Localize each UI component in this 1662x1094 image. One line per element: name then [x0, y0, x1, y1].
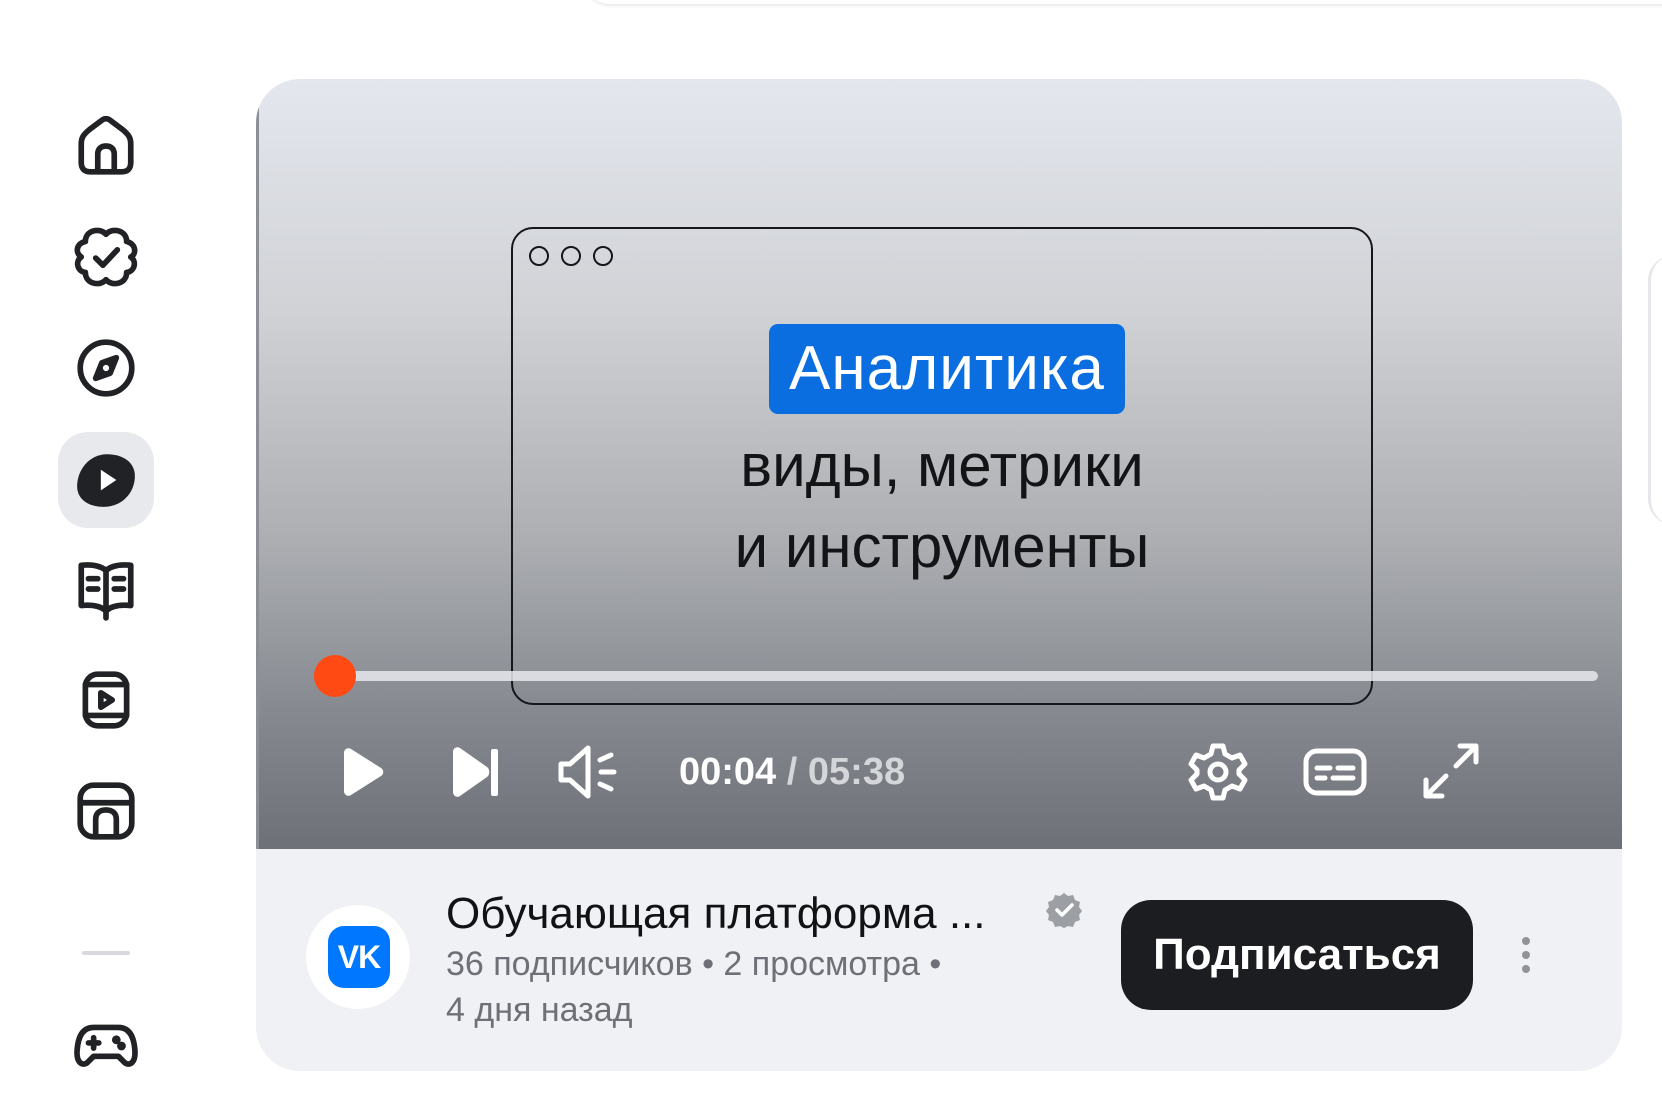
- volume-icon: [558, 745, 617, 799]
- progress-bar[interactable]: [314, 655, 1598, 697]
- slide-subtitle-line: и инструменты: [734, 513, 1150, 580]
- side-panel-edge: [1648, 255, 1662, 525]
- subscribe-button[interactable]: Подписаться: [1121, 900, 1473, 1010]
- nav-services[interactable]: [58, 209, 154, 305]
- video-icon: [77, 454, 135, 507]
- nav-home[interactable]: [58, 98, 154, 194]
- play-icon: [344, 748, 384, 796]
- services-icon: [74, 227, 138, 287]
- clips-icon: [82, 671, 130, 729]
- current-time: 00:04: [679, 751, 777, 793]
- left-sidebar: [0, 0, 220, 1089]
- home-icon: [78, 115, 134, 175]
- subtitles-button[interactable]: [1299, 737, 1371, 807]
- vk-logo-icon: VK: [328, 926, 390, 988]
- time-display: 00:04 / 05:38: [679, 744, 905, 800]
- next-button[interactable]: [443, 739, 509, 805]
- top-search-bar-edge: [585, 0, 1662, 5]
- progress-handle[interactable]: [314, 655, 357, 697]
- channel-meta: 36 подписчиков • 2 просмотра •: [446, 945, 942, 983]
- more-dot: [1522, 965, 1530, 973]
- duration: 05:38: [807, 751, 906, 793]
- compass-icon: [77, 339, 135, 397]
- sidebar-divider: [82, 951, 130, 955]
- store-icon: [77, 782, 135, 840]
- window-dot: [593, 246, 613, 266]
- slide-title-badge: Аналитика: [769, 324, 1125, 414]
- gamepad-icon: [74, 1024, 138, 1067]
- window-dot: [529, 246, 549, 266]
- nav-games[interactable]: [58, 998, 154, 1094]
- fullscreen-button[interactable]: [1415, 735, 1487, 807]
- nav-books[interactable]: [58, 541, 154, 637]
- verified-badge-icon: [1046, 893, 1082, 928]
- nav-clips[interactable]: [58, 652, 154, 748]
- window-dot: [561, 246, 581, 266]
- channel-title[interactable]: Обучающая платформа ...: [446, 885, 986, 943]
- more-dot: [1522, 951, 1530, 959]
- book-icon: [78, 562, 134, 621]
- nav-video[interactable]: [58, 432, 154, 528]
- volume-button[interactable]: [551, 739, 627, 805]
- nav-store[interactable]: [58, 763, 154, 859]
- expand-icon: [1423, 743, 1479, 799]
- upload-date: 4 дня назад: [446, 991, 633, 1029]
- channel-avatar[interactable]: VK: [306, 905, 410, 1009]
- video-card: Аналитика виды, метрики и инструменты 00…: [256, 79, 1622, 1071]
- video-frame-slide: Аналитика виды, метрики и инструменты: [511, 227, 1373, 705]
- gear-icon: [1188, 743, 1248, 801]
- more-options-button[interactable]: [1511, 919, 1541, 991]
- video-player[interactable]: Аналитика виды, метрики и инструменты 00…: [256, 79, 1622, 849]
- play-button[interactable]: [329, 739, 395, 805]
- nav-discover[interactable]: [58, 320, 154, 416]
- slide-subtitle-line: виды, метрики: [740, 432, 1144, 499]
- next-icon: [453, 747, 498, 797]
- time-separator: /: [776, 751, 808, 793]
- settings-button[interactable]: [1183, 737, 1253, 807]
- subtitles-icon: [1303, 748, 1367, 796]
- more-dot: [1522, 937, 1530, 945]
